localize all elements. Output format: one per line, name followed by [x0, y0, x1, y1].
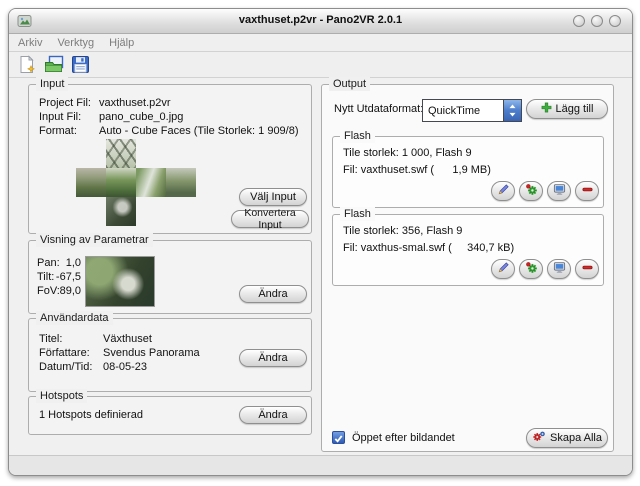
- hotspots-legend: Hotspots: [36, 389, 87, 403]
- menu-bar: Arkiv Verktyg Hjälp: [9, 34, 632, 52]
- window-control-middle-icon[interactable]: [591, 15, 603, 27]
- create-all-button[interactable]: Skapa Alla: [526, 428, 608, 448]
- flash2-edit-button[interactable]: [491, 259, 515, 279]
- input-file-label: Input Fil:: [39, 111, 81, 124]
- toolbar: [9, 52, 632, 78]
- view-params-legend: Visning av Parametrar: [36, 233, 153, 247]
- user-data-legend: Användardata: [36, 311, 113, 325]
- add-format-button[interactable]: Lägg till: [526, 99, 608, 119]
- minus-icon: [581, 261, 594, 277]
- open-after-label: Öppet efter bildandet: [352, 432, 455, 445]
- input-group-legend: Input: [36, 77, 68, 91]
- change-view-button[interactable]: Ändra: [239, 285, 307, 303]
- pan-value: 1,0: [61, 257, 81, 270]
- view-preview-image: [85, 256, 155, 307]
- edit-pen-icon: [497, 183, 510, 199]
- format-label: Format:: [39, 125, 77, 138]
- cube-face-front: [106, 168, 136, 197]
- flash1-legend: Flash: [340, 129, 375, 143]
- title-bar[interactable]: vaxthuset.p2vr - Pano2VR 2.0.1: [9, 9, 632, 34]
- project-file-value: vaxthuset.p2vr: [99, 97, 171, 110]
- hotspots-group: Hotspots 1 Hotspots definierad Ändra: [28, 396, 312, 435]
- gear-settings-icon: [525, 261, 538, 277]
- flash2-tile-size: Tile storlek: 356, Flash 9: [343, 225, 462, 238]
- monitor-icon: [553, 183, 566, 199]
- author-label: Författare:: [39, 347, 90, 360]
- new-project-button[interactable]: [16, 54, 38, 75]
- flash2-file: Fil: vaxthus-smal.swf ( 340,7 kB): [343, 242, 514, 255]
- date-value: 08-05-23: [103, 361, 147, 374]
- window-controls: [573, 15, 621, 27]
- title-label: Titel:: [39, 333, 62, 346]
- change-userdata-button[interactable]: Ändra: [239, 349, 307, 367]
- flash-output-2: Flash Tile storlek: 356, Flash 9 Fil: va…: [332, 214, 604, 286]
- change-hotspots-button[interactable]: Ändra: [239, 406, 307, 424]
- title-value: Växthuset: [103, 333, 152, 346]
- date-label: Datum/Tid:: [39, 361, 92, 374]
- gears-icon: [532, 430, 546, 447]
- plus-icon: [541, 102, 552, 116]
- cube-face-back: [166, 168, 196, 197]
- tilt-value: -67,5: [51, 271, 81, 284]
- menu-arkiv[interactable]: Arkiv: [18, 37, 42, 49]
- save-project-button[interactable]: [70, 54, 92, 75]
- app-window: vaxthuset.p2vr - Pano2VR 2.0.1 Arkiv Ver…: [8, 8, 633, 476]
- cube-face-bottom: [106, 197, 136, 226]
- project-file-label: Project Fil:: [39, 97, 91, 110]
- author-value: Svendus Panorama: [103, 347, 200, 360]
- flash1-tile-size: Tile storlek: 1 000, Flash 9: [343, 147, 472, 160]
- gear-settings-icon: [525, 183, 538, 199]
- output-legend: Output: [329, 77, 370, 91]
- view-params-group: Visning av Parametrar Pan: 1,0 Tilt: -67…: [28, 240, 312, 314]
- input-file-value: pano_cube_0.jpg: [99, 111, 183, 124]
- open-after-checkbox[interactable]: [332, 431, 345, 444]
- status-bar: [9, 455, 632, 475]
- output-group: Output Nytt Utdataformat: QuickTime Lägg…: [321, 84, 614, 452]
- output-format-value: QuickTime: [423, 105, 503, 117]
- cube-face-right: [136, 168, 166, 197]
- window-control-right-icon[interactable]: [609, 15, 621, 27]
- cube-face-left: [76, 168, 106, 197]
- flash1-file: Fil: vaxthuset.swf ( 1,9 MB): [343, 164, 491, 177]
- add-format-label: Lägg till: [556, 103, 594, 115]
- edit-pen-icon: [497, 261, 510, 277]
- flash-output-1: Flash Tile storlek: 1 000, Flash 9 Fil: …: [332, 136, 604, 208]
- save-icon: [71, 55, 91, 74]
- window-title: vaxthuset.p2vr - Pano2VR 2.0.1: [9, 14, 632, 26]
- select-input-button[interactable]: Välj Input: [239, 188, 307, 206]
- pan-label: Pan:: [37, 257, 60, 270]
- open-project-button[interactable]: [43, 54, 65, 75]
- open-folder-icon: [44, 55, 64, 74]
- flash2-settings-button[interactable]: [519, 259, 543, 279]
- fov-value: 89,0: [51, 285, 81, 298]
- menu-verktyg[interactable]: Verktyg: [57, 37, 94, 49]
- cube-faces-preview: [76, 139, 196, 226]
- create-all-label: Skapa Alla: [550, 432, 602, 444]
- user-data-group: Användardata Titel: Växthuset Författare…: [28, 318, 312, 392]
- cube-face-top: [106, 139, 136, 168]
- monitor-icon: [553, 261, 566, 277]
- new-output-format-label: Nytt Utdataformat:: [334, 103, 423, 116]
- check-icon: [333, 433, 344, 444]
- flash1-settings-button[interactable]: [519, 181, 543, 201]
- input-group: Input Project Fil: vaxthuset.p2vr Input …: [28, 84, 312, 234]
- flash1-edit-button[interactable]: [491, 181, 515, 201]
- flash1-preview-button[interactable]: [547, 181, 571, 201]
- dropdown-stepper-icon: [503, 100, 521, 121]
- format-value: Auto - Cube Faces (Tile Storlek: 1 909/8…: [99, 125, 299, 138]
- flash2-remove-button[interactable]: [575, 259, 599, 279]
- output-format-select[interactable]: QuickTime: [422, 99, 522, 122]
- window-control-left-icon[interactable]: [573, 15, 585, 27]
- convert-input-button[interactable]: Konvertera Input: [231, 210, 309, 228]
- hotspots-status: 1 Hotspots definierad: [39, 409, 143, 422]
- new-file-icon: [17, 55, 37, 74]
- menu-hjalp[interactable]: Hjälp: [109, 37, 134, 49]
- flash1-remove-button[interactable]: [575, 181, 599, 201]
- flash2-preview-button[interactable]: [547, 259, 571, 279]
- minus-icon: [581, 183, 594, 199]
- flash2-legend: Flash: [340, 207, 375, 221]
